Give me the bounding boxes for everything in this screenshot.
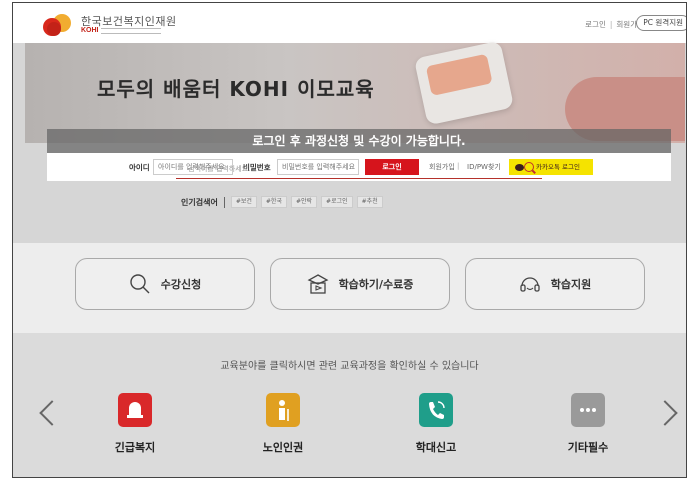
page-frame: 한국보건복지인재원 KOHI 로그인 | 회원가입 PC 원격지원 모두의 배움터 … [12, 2, 687, 478]
pc-remote-support-button[interactable]: PC 원격지원 [636, 15, 686, 31]
site-header: 한국보건복지인재원 KOHI 로그인 | 회원가입 PC 원격지원 [13, 3, 686, 43]
category-label: 노인인권 [262, 441, 304, 454]
learning-support-button[interactable]: 학습지원 [465, 258, 645, 310]
category-abuse-report[interactable]: 학대신고 [396, 393, 476, 455]
category-label: 학대신고 [415, 441, 457, 454]
learning-certificate-label: 학습하기/수료증 [338, 278, 414, 291]
search-placeholder: 검색어를 입력하세요. [188, 165, 251, 173]
phone-call-icon [419, 393, 453, 427]
search-box[interactable]: 검색어를 입력하세요. [176, 157, 542, 179]
keyword-tag[interactable]: #한국 [260, 196, 287, 208]
id-label: 아이디 [129, 163, 150, 172]
keyword-tag[interactable]: #로그인 [321, 196, 353, 208]
kakao-login-label: 카카오톡 로그인 [536, 163, 580, 171]
chevron-left-icon[interactable] [39, 400, 65, 426]
headset-icon [519, 273, 541, 295]
popular-keywords-label: 인기검색어 [181, 197, 218, 207]
hero-headline: 모두의 배움터 KOHI 이모교육 [97, 77, 375, 101]
top-links: 로그인 | 회원가입 [585, 20, 644, 29]
brand-name-english: KOHI [81, 27, 99, 34]
alarm-bell-icon [118, 393, 152, 427]
category-label: 기타필수 [567, 441, 609, 454]
keyword-tag[interactable]: #보건 [230, 196, 257, 208]
chevron-right-icon[interactable] [652, 400, 678, 426]
learning-support-label: 학습지원 [550, 278, 592, 291]
login-required-message: 로그인 후 과정신청 및 수강이 가능합니다. [252, 134, 466, 148]
course-application-button[interactable]: 수강신청 [75, 258, 255, 310]
category-guide-message: 교육분야를 클릭하시면 관련 교육과정을 확인하실 수 있습니다 [220, 361, 479, 372]
login-link[interactable]: 로그인 [585, 20, 606, 29]
learning-certificate-button[interactable]: 학습하기/수료증 [270, 258, 450, 310]
elderly-person-icon [266, 393, 300, 427]
category-other-required[interactable]: 기타필수 [548, 393, 628, 455]
keyword-tag[interactable]: #안락 [290, 196, 318, 208]
phone-illustration-icon [413, 40, 515, 126]
category-emergency-welfare[interactable]: 긴급복지 [95, 393, 175, 455]
more-dots-icon [571, 393, 605, 427]
search-icon [129, 273, 151, 295]
kohi-logo-icon[interactable] [41, 12, 75, 36]
brand-tagline-decoration [101, 28, 161, 34]
quick-services: 수강신청 학습하기/수료증 학습지원 [13, 243, 686, 333]
search-icon[interactable] [524, 162, 534, 172]
hero-section: 모두의 배움터 KOHI 이모교육 로그인 후 과정신청 및 수강이 가능합니다… [13, 40, 686, 243]
course-application-label: 수강신청 [160, 278, 202, 291]
category-section: 교육분야를 클릭하시면 관련 교육과정을 확인하실 수 있습니다 긴급복지 노인… [13, 333, 686, 477]
popular-keywords: 인기검색어 #보건 #한국 #안락 #로그인 #추천 [181, 196, 387, 208]
certificate-icon [307, 273, 329, 295]
keyword-tag[interactable]: #추천 [356, 196, 383, 208]
category-elderly-rights[interactable]: 노인인권 [243, 393, 323, 455]
category-label: 긴급복지 [114, 441, 156, 454]
